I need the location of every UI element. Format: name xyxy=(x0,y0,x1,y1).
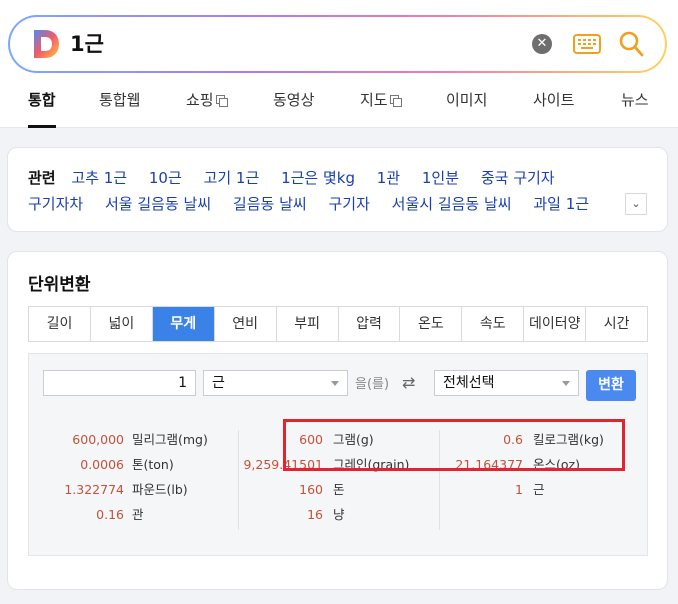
dropdown-caret-icon xyxy=(331,381,339,386)
daum-logo-icon[interactable] xyxy=(32,29,60,59)
result-value: 1.322774 xyxy=(64,482,124,497)
tab-label: 뉴스 xyxy=(621,91,649,109)
result-value: 600,000 xyxy=(72,432,124,447)
related-searches: 관련 고추 1근 10근 고기 1근 1근은 몇kg 1관 1인분 중국 구기자… xyxy=(7,147,668,232)
related-link[interactable]: 서울 길음동 날씨 xyxy=(105,195,211,213)
result-unit: 밀리그램(mg) xyxy=(132,432,208,447)
tab-label: 이미지 xyxy=(446,91,488,109)
related-link[interactable]: 서울시 길음동 날씨 xyxy=(392,195,512,213)
result-unit: 파운드(lb) xyxy=(132,482,188,497)
chevron-down-icon[interactable]: ⌄ xyxy=(625,193,647,215)
highlight-box xyxy=(283,419,625,471)
search-tabs: 통합 통합웹 쇼핑 동영상 지도 이미지 사이트 뉴스 xyxy=(0,84,678,128)
tab-label: 통합웹 xyxy=(99,91,141,109)
clear-icon[interactable]: ✕ xyxy=(532,34,552,54)
keyboard-icon[interactable] xyxy=(573,33,601,55)
result-column: 600,000 밀리그램(mg) 0.0006 톤(ton) 1.322774 … xyxy=(29,430,229,530)
convert-button[interactable]: 변환 xyxy=(586,370,636,401)
related-link[interactable]: 1근은 몇kg xyxy=(281,169,355,187)
unit-tab-area[interactable]: 넓이 xyxy=(91,307,153,341)
from-unit-value: 근 xyxy=(212,375,225,391)
tab-integrated[interactable]: 통합 xyxy=(28,90,56,128)
swap-arrows-icon[interactable]: ⇄ xyxy=(402,373,415,392)
tab-shopping[interactable]: 쇼핑 xyxy=(186,90,228,110)
result-unit: 근 xyxy=(533,482,545,497)
result-value: 0.16 xyxy=(96,507,124,522)
converter-title: 단위변환 xyxy=(28,275,91,295)
tab-integrated-web[interactable]: 통합웹 xyxy=(99,90,140,110)
related-link[interactable]: 고기 1근 xyxy=(204,169,260,187)
related-link[interactable]: 구기자차 xyxy=(28,195,83,213)
header: 1근 ✕ 통합 통합웹 쇼핑 동영상 지도 이미지 사이트 뉴스 xyxy=(0,0,678,128)
unit-tabs: 길이 넓이 무게 연비 부피 압력 온도 속도 데이터양 시간 xyxy=(28,306,648,342)
result-value: 16 xyxy=(307,507,323,522)
result-value: 1 xyxy=(515,482,523,497)
unit-tab-fuel[interactable]: 연비 xyxy=(215,307,277,341)
unit-tab-temperature[interactable]: 온도 xyxy=(400,307,463,341)
tab-image[interactable]: 이미지 xyxy=(446,90,487,110)
result-unit: 돈 xyxy=(333,482,345,497)
particle-label: 을(를) xyxy=(355,377,390,392)
unit-tab-data[interactable]: 데이터양 xyxy=(524,307,587,341)
search-icon[interactable] xyxy=(618,30,644,58)
unit-tab-weight[interactable]: 무게 xyxy=(152,307,215,341)
related-link[interactable]: 10근 xyxy=(149,169,182,187)
related-link[interactable]: 중국 구기자 xyxy=(481,169,555,187)
value-input[interactable]: 1 xyxy=(43,370,196,396)
related-link[interactable]: 1인분 xyxy=(422,169,459,187)
tab-video[interactable]: 동영상 xyxy=(273,90,314,110)
external-box-icon xyxy=(389,95,402,107)
related-link[interactable]: 고추 1근 xyxy=(71,169,127,187)
search-bar: 1근 ✕ xyxy=(8,15,667,73)
tab-label: 사이트 xyxy=(533,91,575,109)
tab-label: 동영상 xyxy=(273,91,315,109)
tab-news[interactable]: 뉴스 xyxy=(621,90,649,110)
tab-label: 쇼핑 xyxy=(186,91,214,109)
result-unit: 냥 xyxy=(333,507,345,522)
tab-map[interactable]: 지도 xyxy=(360,90,402,110)
related-line-2: 구기자차 서울 길음동 날씨 길음동 날씨 구기자 서울시 길음동 날씨 과일 … xyxy=(28,194,624,214)
tab-label: 통합 xyxy=(28,91,56,109)
related-link[interactable]: 1관 xyxy=(377,169,400,187)
related-link[interactable]: 길음동 날씨 xyxy=(233,195,307,213)
related-label: 관련 xyxy=(28,169,56,187)
related-link[interactable]: 과일 1근 xyxy=(533,195,589,213)
tab-label: 지도 xyxy=(360,91,388,109)
search-box: 1근 ✕ xyxy=(10,17,665,71)
unit-tab-pressure[interactable]: 압력 xyxy=(339,307,401,341)
unit-tab-speed[interactable]: 속도 xyxy=(462,307,525,341)
from-unit-select[interactable]: 근 xyxy=(203,370,348,396)
result-unit: 관 xyxy=(132,507,144,522)
search-input[interactable]: 1근 xyxy=(70,29,104,59)
related-link[interactable]: 구기자 xyxy=(328,195,369,213)
result-unit: 톤(ton) xyxy=(132,457,174,472)
related-line-1: 관련 고추 1근 10근 고기 1근 1근은 몇kg 1관 1인분 중국 구기자 xyxy=(28,168,572,188)
unit-tab-length[interactable]: 길이 xyxy=(29,307,91,341)
result-value: 0.0006 xyxy=(80,457,124,472)
dropdown-caret-icon xyxy=(562,381,570,386)
to-unit-select[interactable]: 전체선택 xyxy=(434,370,579,396)
to-unit-value: 전체선택 xyxy=(443,375,495,391)
external-box-icon xyxy=(215,95,228,107)
unit-tab-time[interactable]: 시간 xyxy=(586,307,647,341)
tab-site[interactable]: 사이트 xyxy=(533,90,574,110)
unit-tab-volume[interactable]: 부피 xyxy=(277,307,339,341)
result-value: 160 xyxy=(299,482,323,497)
